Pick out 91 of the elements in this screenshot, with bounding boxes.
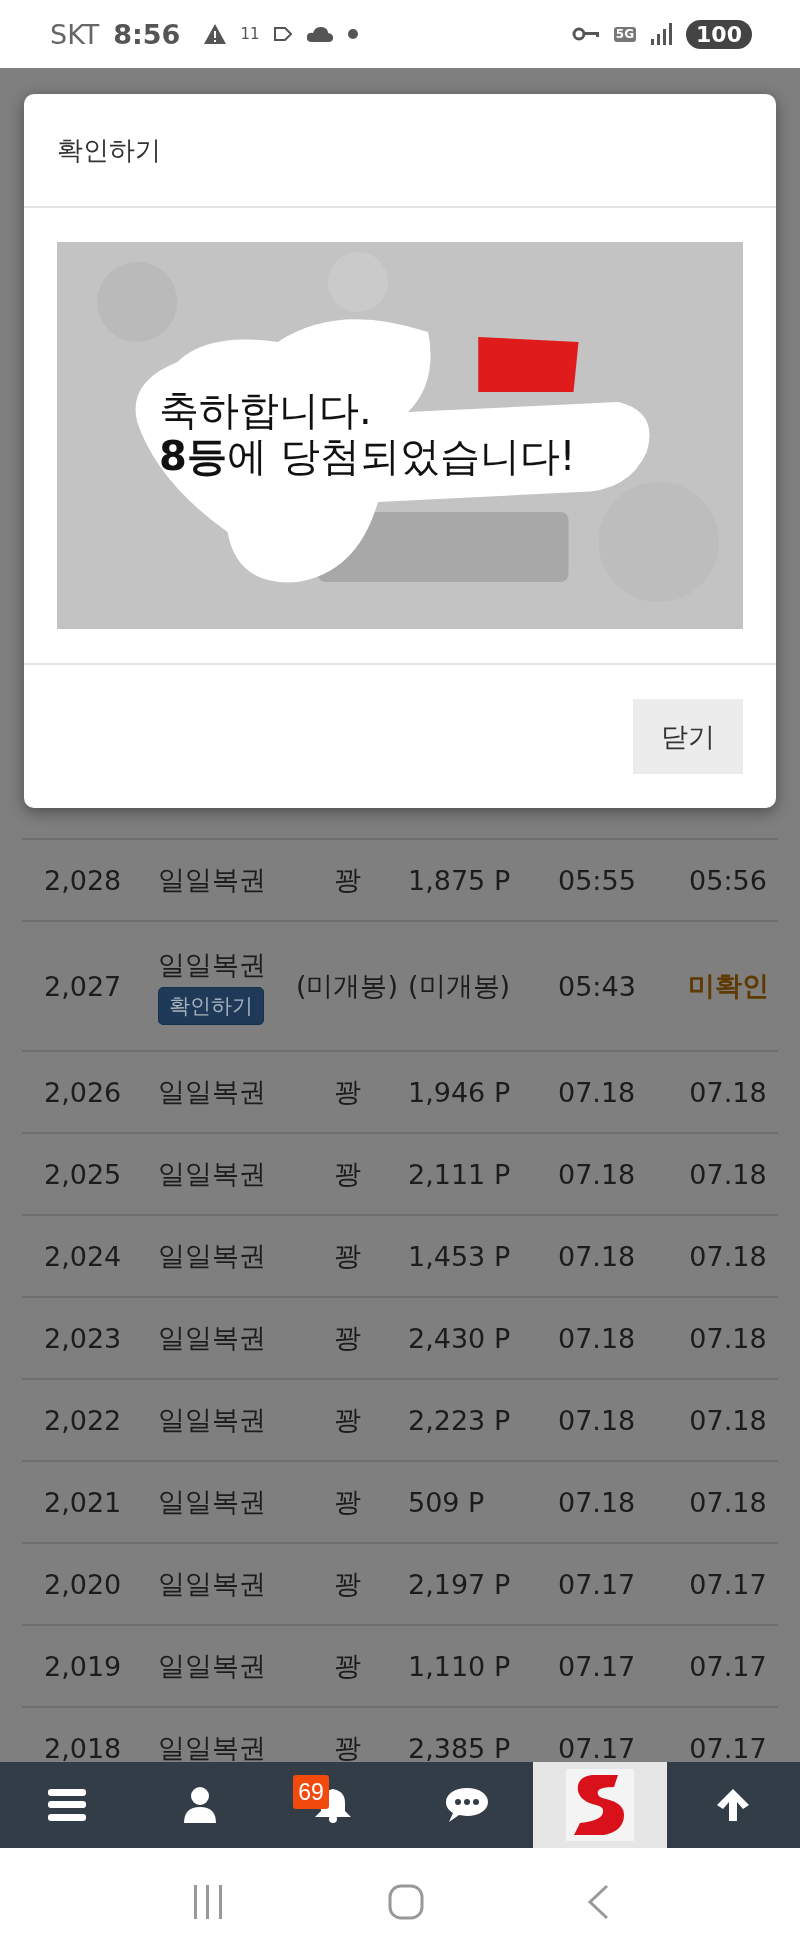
result-text: (미개봉) bbox=[294, 969, 400, 1003]
prize-message: 축하합니다. 8등에 당첨되었습니다! bbox=[159, 387, 576, 479]
open-time: 07.18 bbox=[558, 1404, 637, 1436]
open-time: 07.18 bbox=[558, 1486, 637, 1518]
result-text: 꽝 bbox=[332, 1649, 362, 1683]
row-number: 2,024 bbox=[43, 1240, 123, 1272]
warning-icon bbox=[204, 24, 227, 44]
up-arrow-icon bbox=[715, 1787, 752, 1823]
signal-icon bbox=[650, 23, 673, 45]
row-number: 2,018 bbox=[43, 1732, 123, 1762]
tag-icon bbox=[273, 27, 292, 41]
lottery-name: 일일복권 bbox=[158, 1567, 267, 1601]
row-number: 2,025 bbox=[43, 1158, 123, 1190]
nav-button[interactable]: 69 bbox=[266, 1762, 400, 1848]
points-text: 509 P bbox=[408, 1486, 486, 1518]
key-icon bbox=[571, 26, 600, 42]
row-number: 2,022 bbox=[43, 1404, 123, 1436]
row-number: 2,027 bbox=[43, 970, 123, 1002]
check-status: 07.18 bbox=[688, 1240, 768, 1272]
lottery-name: 일일복권 bbox=[158, 1157, 267, 1191]
points-text: 2,223 P bbox=[408, 1404, 512, 1436]
result-text: 꽝 bbox=[332, 1485, 362, 1519]
open-time: 07.18 bbox=[558, 1322, 637, 1354]
lottery-name: 일일복권 bbox=[158, 1485, 267, 1519]
check-status: 07.17 bbox=[688, 1732, 768, 1762]
result-text: 꽝 bbox=[332, 1731, 362, 1762]
open-time: 07.17 bbox=[558, 1650, 637, 1682]
notification-count: 11 bbox=[240, 25, 260, 43]
clock-time: 8:56 bbox=[113, 18, 181, 50]
open-time: 05:43 bbox=[558, 970, 637, 1002]
points-text: 2,385 P bbox=[408, 1732, 512, 1762]
points-text: (미개봉) bbox=[408, 969, 512, 1003]
lottery-name: 일일복권 bbox=[158, 1731, 267, 1762]
check-status: 07.18 bbox=[688, 1076, 768, 1108]
row-number: 2,020 bbox=[43, 1568, 123, 1600]
points-text: 2,197 P bbox=[408, 1568, 512, 1600]
back-icon[interactable] bbox=[586, 1884, 609, 1920]
points-text: 1,453 P bbox=[408, 1240, 512, 1272]
lottery-name: 일일복권 bbox=[158, 863, 267, 897]
dot-icon bbox=[347, 29, 358, 39]
check-status: 07.18 bbox=[688, 1404, 768, 1436]
check-status: 07.17 bbox=[688, 1650, 768, 1682]
result-text: 꽝 bbox=[332, 863, 362, 897]
points-text: 1,946 P bbox=[408, 1076, 512, 1108]
open-time: 07.18 bbox=[558, 1158, 637, 1190]
row-number: 2,019 bbox=[43, 1650, 123, 1682]
lottery-name: 일일복권 bbox=[158, 948, 266, 982]
check-status: 07.18 bbox=[688, 1158, 768, 1190]
check-status: 07.17 bbox=[688, 1568, 768, 1600]
lottery-name: 일일복권 bbox=[158, 1403, 267, 1437]
lottery-name: 일일복권 bbox=[158, 1649, 267, 1683]
user-icon bbox=[184, 1787, 216, 1823]
points-text: 1,875 P bbox=[408, 864, 512, 896]
points-text: 2,111 P bbox=[408, 1158, 512, 1190]
points-text: 2,430 P bbox=[408, 1322, 512, 1354]
result-text: 꽝 bbox=[332, 1403, 362, 1437]
points-text: 1,110 P bbox=[408, 1650, 512, 1682]
notification-badge: 69 bbox=[293, 1775, 329, 1809]
open-time: 07.17 bbox=[558, 1568, 637, 1600]
confirm-button[interactable]: 확인하기 bbox=[158, 987, 264, 1025]
result-text: 꽝 bbox=[332, 1567, 362, 1601]
close-button[interactable]: 닫기 bbox=[633, 699, 743, 774]
row-number: 2,028 bbox=[43, 864, 123, 896]
result-text: 꽝 bbox=[332, 1157, 362, 1191]
check-status: 07.18 bbox=[688, 1322, 768, 1354]
open-time: 07.17 bbox=[558, 1732, 637, 1762]
chat-icon bbox=[444, 1787, 489, 1823]
check-status: 미확인 bbox=[686, 969, 770, 1003]
row-number: 2,023 bbox=[43, 1322, 123, 1354]
result-text: 꽝 bbox=[332, 1075, 362, 1109]
battery-level: 100 bbox=[686, 19, 752, 49]
nav-button[interactable] bbox=[533, 1762, 667, 1848]
result-text: 꽝 bbox=[332, 1321, 362, 1355]
check-status: 05:56 bbox=[688, 864, 768, 896]
result-text: 꽝 bbox=[332, 1239, 362, 1273]
cloud-icon bbox=[305, 26, 334, 42]
home-icon[interactable] bbox=[388, 1884, 424, 1920]
carrier-name: SKT bbox=[50, 18, 100, 50]
logo-icon bbox=[566, 1769, 634, 1841]
lottery-name: 일일복권 bbox=[158, 1075, 267, 1109]
check-status: 07.18 bbox=[688, 1486, 768, 1518]
open-time: 05:55 bbox=[558, 864, 637, 896]
open-time: 07.18 bbox=[558, 1240, 637, 1272]
open-time: 07.18 bbox=[558, 1076, 637, 1108]
menu-icon bbox=[47, 1789, 86, 1821]
row-number: 2,021 bbox=[43, 1486, 123, 1518]
dialog-title: 확인하기 bbox=[57, 133, 161, 167]
lottery-name: 일일복권 bbox=[158, 1239, 267, 1273]
network-type: 5G bbox=[613, 26, 637, 42]
row-number: 2,026 bbox=[43, 1076, 123, 1108]
lottery-name: 일일복권 bbox=[158, 1321, 267, 1355]
